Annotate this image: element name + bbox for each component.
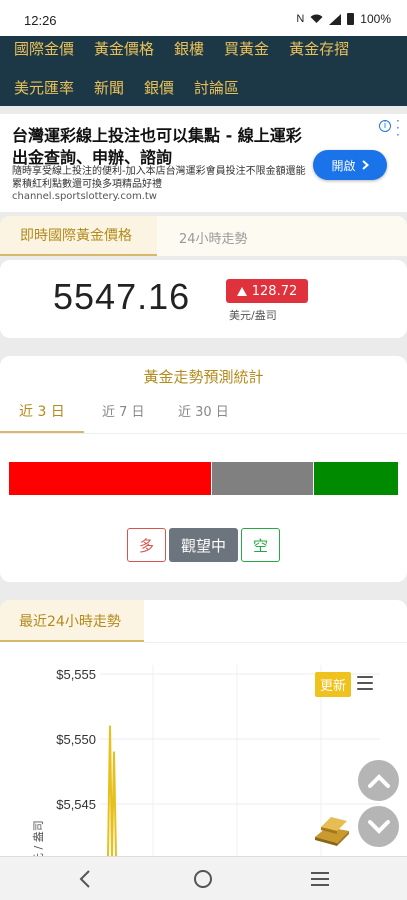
signal-bear-button[interactable]: 空	[241, 528, 280, 562]
forecast-tab-divider	[0, 433, 407, 434]
chart-point	[109, 725, 111, 727]
status-icons: N 100%	[296, 12, 391, 26]
forecast-tab-indicator	[0, 431, 84, 433]
up-triangle-icon	[236, 286, 247, 296]
neutral-bar	[212, 462, 313, 495]
ad-open-button[interactable]: 開啟	[313, 150, 387, 180]
signal-bull-button[interactable]: 多	[127, 528, 166, 562]
recents-icon[interactable]	[311, 872, 329, 890]
signal-icon	[329, 13, 342, 25]
refresh-button[interactable]: 更新	[315, 672, 351, 697]
battery-icon	[347, 13, 355, 25]
ad-more-icon[interactable]: · · ·	[396, 115, 400, 141]
back-icon[interactable]	[78, 869, 92, 889]
forecast-tab-30d[interactable]: 近 30 日	[178, 401, 229, 420]
price-change-value: 128.72	[251, 283, 298, 299]
chevron-down-icon	[367, 819, 390, 834]
nav-link-usd-rate[interactable]: 美元匯率	[14, 77, 74, 98]
nav-link-forum[interactable]: 討論區	[194, 77, 239, 98]
ad-info-icon[interactable]: i	[379, 120, 391, 132]
price-unit: 美元/盎司	[229, 309, 277, 322]
forecast-tab-7d[interactable]: 近 7 日	[102, 401, 145, 420]
forecast-title: 黃金走勢預測統計	[143, 368, 264, 386]
ad-description: 隨時享受線上投注的便利-加入本店台灣運彩會員投注不限金額還能累積紅利點數還可換多…	[12, 166, 306, 190]
ad-open-label: 開啟	[331, 158, 356, 173]
battery-level: 100%	[360, 12, 391, 26]
gold-price-value: 5547.16	[53, 276, 191, 317]
nav-link-gold-price[interactable]: 黃金價格	[94, 38, 154, 59]
top-nav-row-1: 國際金價 黃金價格 銀樓 買黃金 黃金存摺	[14, 38, 369, 59]
status-bar: 12:26 N 100%	[0, 0, 407, 36]
bullish-bar	[9, 462, 211, 495]
nav-link-silver-price[interactable]: 銀價	[144, 77, 174, 98]
nav-link-buy-gold[interactable]: 買黃金	[224, 38, 269, 59]
gold-bar-icon[interactable]	[313, 813, 351, 847]
chart-ytick-label: $5,555	[56, 667, 96, 682]
ad-url[interactable]: channel.sportslottery.com.tw	[12, 191, 157, 202]
nav-link-intl-gold[interactable]: 國際金價	[14, 38, 74, 59]
chart-point	[113, 751, 115, 753]
system-nav-bar	[0, 856, 407, 900]
chevron-right-icon	[361, 160, 369, 170]
tab-last-24h[interactable]: 最近24小時走勢	[0, 600, 144, 642]
tab-live-gold-price[interactable]: 即時國際黃金價格	[0, 216, 157, 256]
signal-hold-button[interactable]: 觀望中	[169, 528, 238, 562]
nav-link-gold-passbook[interactable]: 黃金存摺	[289, 38, 349, 59]
nfc-icon: N	[296, 13, 305, 25]
scroll-down-button[interactable]	[358, 806, 399, 847]
price-tabs: 即時國際黃金價格 24小時走勢	[0, 216, 407, 256]
chart-ylabel: 美元 / 盎司	[31, 820, 45, 856]
tab-24h-trend[interactable]: 24小時走勢	[179, 228, 248, 247]
hamburger-menu-icon[interactable]	[357, 676, 373, 694]
chart-ytick-label: $5,550	[56, 732, 96, 747]
home-icon[interactable]	[194, 870, 212, 888]
chart-series-line	[107, 725, 117, 856]
wifi-icon	[310, 14, 323, 23]
price-change-badge: 128.72	[226, 279, 308, 303]
status-time: 12:26	[24, 13, 57, 28]
chart-ytick-label: $5,545	[56, 797, 96, 812]
top-nav: 國際金價 黃金價格 銀樓 買黃金 黃金存摺 美元匯率 新聞 銀價 討論區	[0, 36, 407, 106]
bearish-bar	[314, 462, 398, 495]
ad-title[interactable]: 台灣運彩線上投注也可以集點 - 線上運彩出金查詢、申辦、諮詢	[12, 125, 312, 169]
chart-tab-divider	[144, 642, 407, 643]
nav-link-news[interactable]: 新聞	[94, 77, 124, 98]
top-nav-row-2: 美元匯率 新聞 銀價 討論區	[14, 77, 259, 98]
forecast-tab-3d[interactable]: 近 3 日	[19, 401, 65, 421]
scroll-up-button[interactable]	[358, 760, 399, 801]
chevron-up-icon	[367, 773, 390, 788]
nav-link-jewelry[interactable]: 銀樓	[174, 38, 204, 59]
